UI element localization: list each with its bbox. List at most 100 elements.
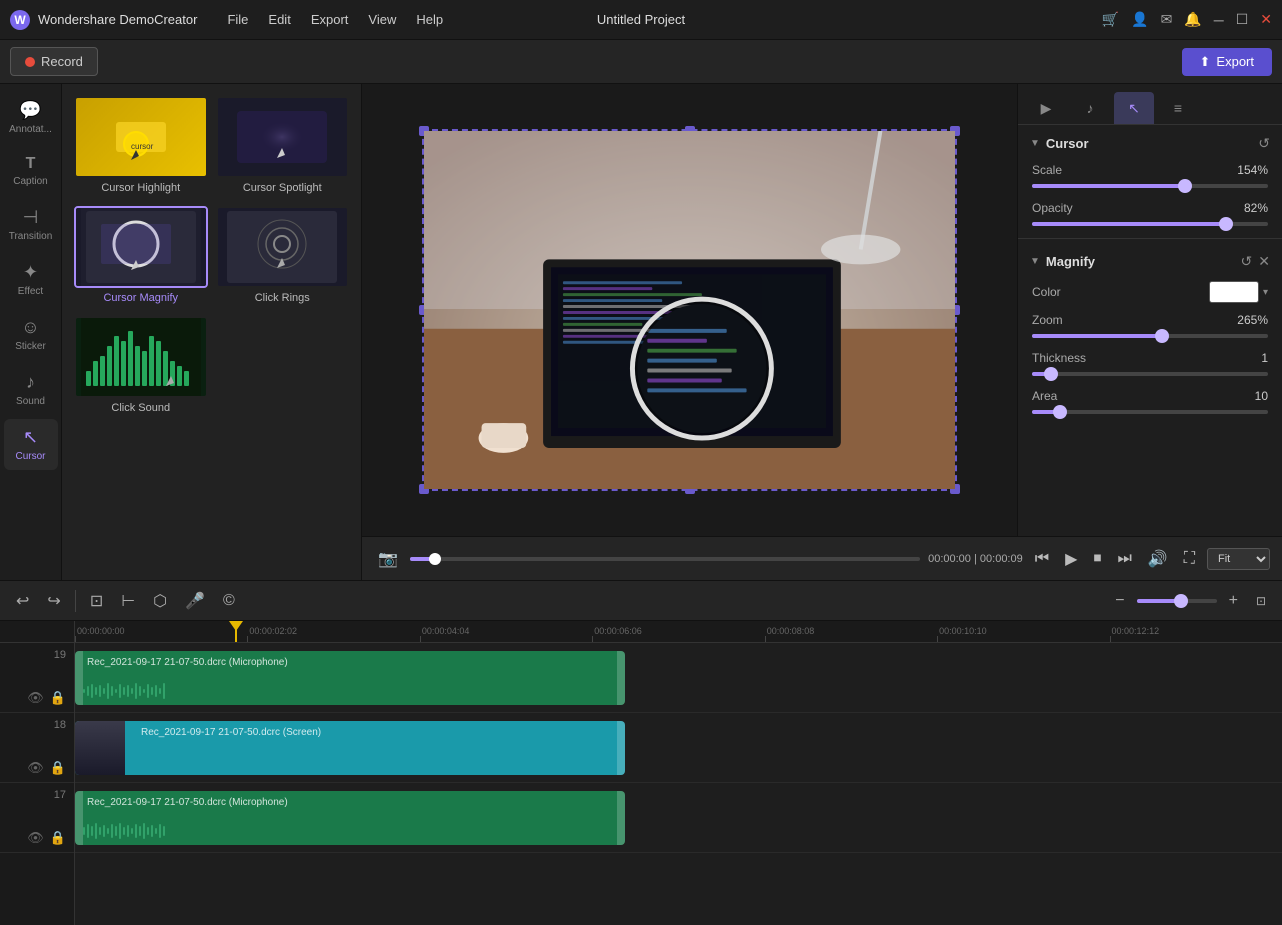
swatch-arrow[interactable]: ▾ [1263,287,1268,298]
rpanel-tab-caption[interactable]: ≡ [1158,92,1198,124]
magnify-section-arrow: ▼ [1030,256,1040,267]
effect-card-sound[interactable]: Click Sound [74,316,208,418]
sidebar-item-cursor[interactable]: ↖ Cursor [4,419,58,470]
thickness-slider-track[interactable] [1032,372,1268,376]
playhead[interactable] [235,621,237,642]
clip-audio-19[interactable]: Rec_2021-09-17 21-07-50.dcrc (Microphone… [75,651,625,705]
rpanel-tab-video[interactable]: ▶ [1026,92,1066,124]
scale-slider-fill [1032,184,1185,188]
menu-file[interactable]: File [227,12,248,27]
cursor-refresh-icon[interactable]: ↺ [1258,135,1270,152]
crop-btn[interactable]: ⊡ [84,587,109,615]
fit-select[interactable]: Fit 50% 75% 100% [1207,548,1270,570]
preview-frame [422,129,957,491]
clip-audio-17[interactable]: Rec_2021-09-17 21-07-50.dcrc (Microphone… [75,791,625,845]
lock-icon-18[interactable]: 🔒 [50,760,66,776]
magnify-refresh-icon[interactable]: ↺ [1241,253,1253,270]
sidebar-label-sticker: Sticker [15,341,46,352]
ruler-line-2 [420,636,421,642]
sidebar-item-sound[interactable]: ♪ Sound [4,364,58,415]
area-slider-thumb[interactable] [1053,405,1067,419]
export-button[interactable]: ⬆ Export [1182,48,1272,76]
clip-video-18[interactable]: Rec_2021-09-17 21-07-50.dcrc (Screen) [75,721,625,775]
opacity-slider-track[interactable] [1032,222,1268,226]
track-header-17: 17 👁 🔒 [0,783,74,853]
zoom-slider-track[interactable] [1032,334,1268,338]
redo-btn[interactable]: ↪ [41,587,66,615]
scale-slider-container[interactable] [1018,182,1282,196]
screenshot-btn[interactable]: 📷 [374,545,402,573]
color-swatch[interactable] [1209,281,1259,303]
record-button[interactable]: Record [10,47,98,76]
thickness-label: Thickness [1032,351,1102,365]
mic-btn[interactable]: 🎤 [179,587,211,615]
clip-drag-right-19[interactable] [617,651,625,705]
scale-slider-track[interactable] [1032,184,1268,188]
thickness-slider-container[interactable] [1018,370,1282,384]
zoom-out-btn[interactable]: − [1109,588,1130,614]
effect-card-highlight[interactable]: cursor Cursor Highlight [74,96,208,198]
lock-icon-17[interactable]: 🔒 [50,830,66,846]
sidebar-item-annotate[interactable]: 💬 Annotat... [4,92,58,143]
sidebar-item-caption[interactable]: T Caption [4,147,58,195]
volume-btn[interactable]: 🔊 [1144,545,1172,573]
zoom-thumb[interactable] [1174,594,1188,608]
track-row-17: Rec_2021-09-17 21-07-50.dcrc (Microphone… [75,783,1282,853]
bell-icon[interactable]: 🔔 [1184,11,1201,28]
magnify-close-icon[interactable]: ✕ [1258,253,1270,270]
maximize-btn[interactable]: ☐ [1236,11,1249,28]
skip-back-btn[interactable]: ⏮ [1031,546,1053,572]
zoom-slider-thumb[interactable] [1155,329,1169,343]
opacity-slider-container[interactable] [1018,220,1282,234]
menu-export[interactable]: Export [311,12,349,27]
play-btn[interactable]: ▶ [1061,545,1081,573]
account-icon[interactable]: 👤 [1131,11,1148,28]
clip-drag-right-17[interactable] [617,791,625,845]
sidebar-label-sound: Sound [16,396,45,407]
progress-bar[interactable] [410,557,920,561]
effect-card-magnify[interactable]: Cursor Magnify [74,206,208,308]
effect-thumb-rings [216,206,350,288]
effect-card-rings[interactable]: Click Rings [216,206,350,308]
fit-timeline-btn[interactable]: ⊡ [1250,590,1272,612]
eye-icon-18[interactable]: 👁 [27,760,44,776]
clip-drag-right-18[interactable] [617,721,625,775]
fullscreen-btn[interactable]: ⛶ [1180,546,1199,572]
undo-btn[interactable]: ↩ [10,587,35,615]
sidebar-item-sticker[interactable]: ☺ Sticker [4,309,58,360]
copyright-btn[interactable]: © [217,588,241,614]
effect-card-spotlight[interactable]: Cursor Spotlight [216,96,350,198]
scale-slider-thumb[interactable] [1178,179,1192,193]
zoom-slider[interactable] [1137,599,1217,603]
opacity-slider-thumb[interactable] [1219,217,1233,231]
thickness-slider-thumb[interactable] [1044,367,1058,381]
menu-view[interactable]: View [368,12,396,27]
minimize-btn[interactable]: ─ [1214,12,1224,28]
area-slider-track[interactable] [1032,410,1268,414]
skip-forward-btn[interactable]: ⏭ [1113,546,1135,572]
eye-icon-17[interactable]: 👁 [27,830,44,846]
menu-help[interactable]: Help [416,12,443,27]
ruler-label-2: 00:00:04:04 [422,626,470,636]
mask-btn[interactable]: ⬡ [147,587,173,615]
rpanel-tab-audio[interactable]: ♪ [1070,92,1110,124]
stop-btn[interactable]: ⏹ [1089,546,1105,572]
svg-text:cursor: cursor [131,142,154,151]
cursor-section-header[interactable]: ▼ Cursor ↺ [1018,125,1282,158]
menu-edit[interactable]: Edit [268,12,290,27]
mail-icon[interactable]: ✉ [1161,11,1173,28]
zoom-in-btn[interactable]: + [1223,588,1244,614]
lock-icon-19[interactable]: 🔒 [50,690,66,706]
zoom-slider-container[interactable] [1018,332,1282,346]
close-btn[interactable]: ✕ [1260,11,1272,28]
eye-icon-19[interactable]: 👁 [27,690,44,706]
sidebar-item-transition[interactable]: ⊣ Transition [4,199,58,250]
sidebar-item-effect[interactable]: ✦ Effect [4,254,58,305]
magnify-section-header[interactable]: ▼ Magnify ↺ ✕ [1018,243,1282,276]
area-slider-container[interactable] [1018,408,1282,422]
progress-thumb[interactable] [429,553,441,565]
ruler-label-3: 00:00:06:06 [594,626,642,636]
rpanel-tab-cursor[interactable]: ↖ [1114,92,1154,124]
split-btn[interactable]: ⊢ [115,587,141,615]
store-icon[interactable]: 🛒 [1102,11,1119,28]
